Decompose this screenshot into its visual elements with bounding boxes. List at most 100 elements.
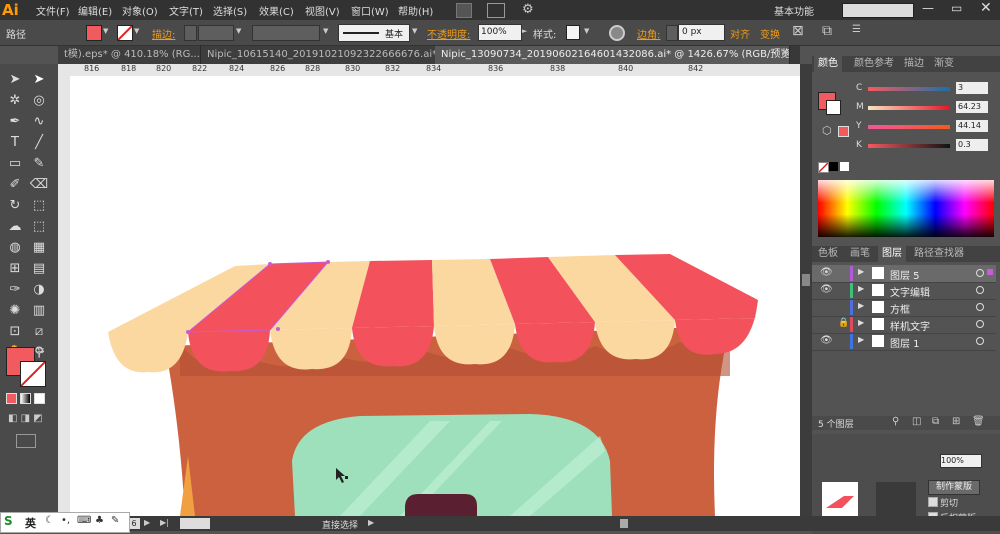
paintbrush-icon[interactable]: ✎	[28, 154, 50, 174]
eye-icon[interactable]: 👁	[820, 267, 833, 278]
eraser-icon[interactable]: ⌫	[28, 175, 50, 195]
chevron-down-icon[interactable]: ▼	[134, 27, 139, 35]
channel-y-value[interactable]: 44.14	[956, 120, 988, 132]
stroke-weight-stepper[interactable]	[184, 25, 197, 41]
horizontal-scroll-thumb[interactable]	[620, 519, 628, 528]
close-tab-icon[interactable]: ✕	[781, 48, 789, 59]
layer-row[interactable]: 👁 ▶ 文字编辑	[812, 282, 996, 300]
tab-pathfinder[interactable]: 路径查找器	[910, 246, 968, 262]
ime-lang[interactable]: 英	[25, 515, 36, 531]
layer-row[interactable]: ▶ 方框	[812, 299, 996, 317]
corner-radius-field[interactable]: 0 px	[678, 24, 725, 41]
panel-stroke-swatch[interactable]	[826, 100, 841, 115]
eyedropper-icon[interactable]: ✑	[4, 280, 26, 300]
menu-view[interactable]: 视图(V)	[305, 3, 340, 18]
line-tool-icon[interactable]: ╱	[28, 133, 50, 153]
bridge-icon[interactable]	[456, 3, 472, 18]
tab-brushes[interactable]: 画笔	[846, 246, 874, 262]
expand-triangle-icon[interactable]: ▶	[858, 335, 864, 344]
layer-name[interactable]: 文字编辑	[890, 284, 930, 299]
curvature-tool-icon[interactable]: ∿	[28, 112, 50, 132]
layer-name[interactable]: 方框	[890, 301, 910, 316]
pen-tool-icon[interactable]: ✒	[4, 112, 26, 132]
minimize-icon[interactable]: —	[922, 1, 934, 15]
column-graph-icon[interactable]: ▥	[28, 301, 50, 321]
channel-y-slider[interactable]	[868, 125, 950, 129]
select-similar-icon[interactable]: ⧉	[822, 23, 832, 39]
tab-document-3[interactable]: Nipic_13090734_20190602164601432086.ai* …	[435, 46, 790, 64]
chevron-down-icon[interactable]: ▼	[412, 27, 417, 35]
transform-link[interactable]: 变换	[760, 26, 780, 41]
delete-layer-icon[interactable]: 🗑	[972, 416, 985, 427]
gpu-icon[interactable]: ⚙	[522, 2, 538, 17]
clipping-mask-icon[interactable]: ◫	[912, 416, 921, 427]
layer-name[interactable]: 图层 5	[890, 267, 920, 282]
new-sublayer-icon[interactable]: ⧉	[932, 416, 939, 427]
rectangle-tool-icon[interactable]: ▭	[4, 154, 26, 174]
swap-fill-stroke-icon[interactable]: ⇆	[37, 346, 45, 356]
chevron-down-icon[interactable]: ▼	[236, 27, 241, 35]
layer-row[interactable]: 👁 ▶ 图层 1	[812, 333, 996, 351]
tab-gradient[interactable]: 渐变	[930, 56, 958, 72]
eye-icon[interactable]: 👁	[820, 284, 833, 295]
tab-document-1[interactable]: t模).eps* @ 410.18% (RG...	[58, 46, 201, 64]
type-tool-icon[interactable]: T	[4, 133, 26, 153]
punctuation-icon[interactable]: •,	[61, 515, 70, 526]
settings-icon[interactable]: ✎	[111, 515, 119, 526]
expand-triangle-icon[interactable]: ▶	[858, 318, 864, 327]
tab-swatches[interactable]: 色板	[814, 246, 842, 262]
direct-selection-tool-icon[interactable]: ➤	[28, 70, 50, 90]
target-icon[interactable]	[976, 303, 984, 311]
workspace-switcher[interactable]: 基本功能	[774, 3, 814, 18]
none-mode-icon[interactable]	[34, 393, 45, 404]
menu-window[interactable]: 窗口(W)	[351, 3, 389, 18]
arrange-documents-icon[interactable]	[487, 3, 505, 18]
isolate-icon[interactable]: ⊠	[792, 23, 804, 39]
artboard-canvas[interactable]	[70, 76, 800, 516]
eye-icon[interactable]: 👁	[820, 335, 833, 346]
stroke-color-box[interactable]	[20, 361, 46, 387]
channel-k-slider[interactable]	[868, 144, 950, 148]
rotate-tool-icon[interactable]: ↻	[4, 196, 26, 216]
lasso-icon[interactable]: ◎	[28, 91, 50, 111]
locate-object-icon[interactable]: ⚲	[892, 416, 899, 427]
tab-color[interactable]: 颜色	[814, 56, 842, 72]
keyboard-icon[interactable]: ⌨	[77, 515, 91, 526]
menu-edit[interactable]: 编辑(E)	[78, 3, 112, 18]
color-spectrum[interactable]	[818, 180, 994, 237]
fill-swatch[interactable]	[86, 25, 102, 41]
channel-m-slider[interactable]	[868, 106, 950, 110]
blend-tool-icon[interactable]: ◑	[28, 280, 50, 300]
none-swatch[interactable]	[818, 162, 829, 173]
corner-stepper[interactable]	[666, 25, 678, 41]
selection-indicator[interactable]	[987, 269, 993, 275]
corner-label[interactable]: 边角:	[637, 26, 660, 41]
menu-select[interactable]: 选择(S)	[213, 3, 247, 18]
clip-checkbox[interactable]	[928, 497, 938, 507]
target-icon[interactable]	[976, 320, 984, 328]
warp-tool-icon[interactable]: ☁	[4, 217, 26, 237]
opacity-label[interactable]: 不透明度:	[427, 26, 470, 41]
expand-triangle-icon[interactable]: ▶	[858, 301, 864, 310]
zoom-dropdown[interactable]	[180, 518, 210, 529]
align-link[interactable]: 对齐	[730, 26, 750, 41]
tab-stroke[interactable]: 描边	[900, 56, 928, 72]
drawing-modes-icon[interactable]: ◧ ◨ ◩	[8, 413, 48, 425]
menu-object[interactable]: 对象(O)	[122, 3, 158, 18]
recolor-artwork-icon[interactable]	[609, 25, 625, 41]
slice-tool-icon[interactable]: ⧄	[28, 322, 50, 342]
opacity-field[interactable]: 100%	[478, 24, 522, 41]
magic-wand-icon[interactable]: ✲	[4, 91, 26, 111]
half-width-icon[interactable]: ☾	[45, 515, 54, 526]
white-swatch[interactable]	[840, 162, 849, 171]
layer-row[interactable]: 👁 ▶ 图层 5	[812, 265, 996, 283]
artboard-tool-icon[interactable]: ⊡	[4, 322, 26, 342]
target-icon[interactable]	[976, 286, 984, 294]
gradient-mode-icon[interactable]	[20, 393, 31, 404]
gradient-tool-icon[interactable]: ▤	[28, 259, 50, 279]
chevron-down-icon[interactable]: ▼	[323, 27, 328, 35]
symbol-sprayer-icon[interactable]: ✺	[4, 301, 26, 321]
mesh-tool-icon[interactable]: ⊞	[4, 259, 26, 279]
color-mode-icon[interactable]	[6, 393, 17, 404]
target-icon[interactable]	[976, 337, 984, 345]
